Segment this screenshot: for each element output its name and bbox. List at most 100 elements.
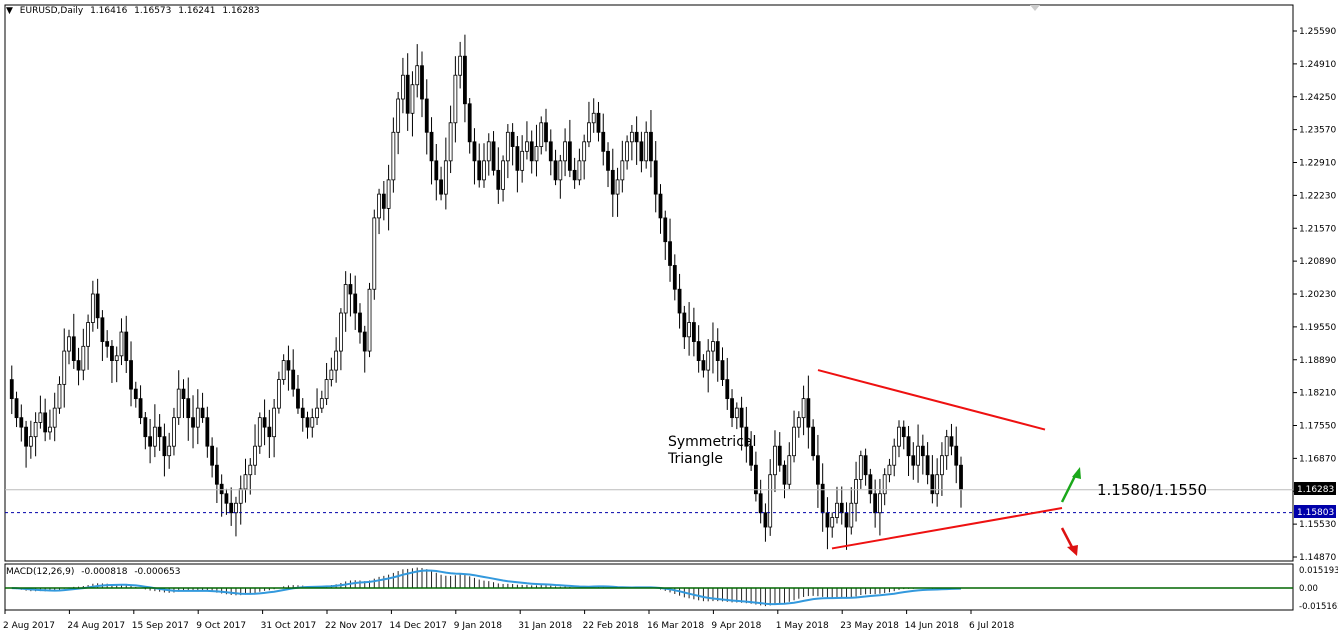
candle-body — [658, 193, 663, 219]
ohlc-high: 1.16573 — [134, 6, 172, 16]
candle-body — [925, 455, 930, 476]
price-axis-label: 1.24250 — [1299, 93, 1336, 103]
candle-body — [119, 331, 124, 357]
candle-body — [763, 512, 768, 528]
candle-body — [71, 336, 76, 361]
candle-body — [138, 398, 143, 419]
candle-body — [48, 426, 52, 433]
candle-body — [687, 322, 692, 338]
candle-body — [906, 436, 911, 457]
candle-body — [825, 512, 830, 528]
candle-body — [114, 355, 119, 361]
candle-body — [878, 493, 882, 514]
candle-body — [401, 74, 405, 100]
trading-chart-window: 1.25590 1.24910 1.24250 1.23570 1.22910 1.222… — [0, 0, 1338, 638]
candle-body — [133, 388, 138, 400]
chart-menu-arrow-icon[interactable]: ▼ — [6, 6, 13, 16]
candle-body — [639, 141, 644, 162]
candle-body — [243, 474, 248, 490]
candle-body — [529, 141, 534, 162]
candle-body — [19, 417, 24, 428]
candle-body — [534, 146, 539, 162]
candle-body — [76, 360, 81, 371]
candle-body — [219, 483, 224, 495]
candle-body — [730, 398, 734, 419]
candle-body — [858, 455, 863, 480]
candle-body — [172, 417, 176, 447]
candle-body — [291, 369, 296, 390]
candle-body — [577, 160, 582, 181]
candle-body — [319, 398, 324, 409]
macd-title-bar: MACD(12,26,9) -0.000818 -0.000653 — [6, 567, 185, 577]
candle-body — [596, 112, 601, 133]
candle-body — [262, 417, 267, 428]
price-axis-label: 1.15530 — [1299, 520, 1336, 530]
candle-body — [105, 341, 110, 347]
candle-body — [835, 502, 839, 518]
candle-body — [205, 417, 210, 447]
price-axis-label: 1.17550 — [1299, 422, 1336, 432]
candle-body — [453, 74, 458, 124]
candle-body — [458, 55, 463, 76]
candle-body — [95, 293, 100, 319]
candle-body — [229, 502, 234, 514]
candle-body — [544, 122, 548, 143]
price-chart-canvas[interactable]: 1.25590 1.24910 1.24250 1.23570 1.22910 1.222… — [0, 0, 1338, 638]
candle-body — [482, 160, 486, 181]
candle-body — [81, 345, 86, 371]
candle-body — [334, 350, 339, 371]
candle-body — [224, 493, 229, 504]
candle-body — [901, 426, 906, 438]
candle-body — [696, 341, 701, 361]
candle-body — [844, 512, 849, 528]
price-axis-label: 1.21570 — [1299, 224, 1336, 234]
candle-body — [839, 502, 844, 514]
candle-body — [467, 103, 472, 143]
candle-body — [816, 455, 820, 485]
candle-body — [897, 426, 901, 447]
candle-body — [191, 417, 195, 428]
candle-body — [52, 407, 57, 428]
candle-body — [668, 241, 672, 266]
candle-body — [286, 360, 291, 371]
candle-body — [38, 412, 43, 423]
price-axis-label: 1.16870 — [1299, 454, 1336, 464]
candle-body — [563, 141, 567, 162]
candle-body — [782, 464, 787, 485]
candle-body — [954, 445, 959, 466]
candle-body — [396, 98, 401, 133]
candle-body — [572, 169, 577, 181]
candle-body — [863, 455, 868, 476]
candle-body — [505, 131, 510, 162]
candle-body — [768, 474, 773, 528]
price-axis-label: 1.23570 — [1299, 126, 1336, 136]
candle-body — [720, 360, 725, 381]
candle-body — [377, 193, 381, 219]
macd-main-value: -0.000818 — [81, 567, 128, 577]
candle-body — [315, 407, 319, 419]
candle-body — [234, 502, 238, 514]
candle-body — [33, 422, 38, 438]
candle-body — [300, 407, 305, 419]
macd-signal-value: -0.000653 — [134, 567, 181, 577]
candle-body — [787, 455, 792, 485]
candle-body — [515, 146, 520, 171]
price-axis-label: 1.24910 — [1299, 60, 1336, 70]
candle-body — [110, 345, 114, 361]
candle-body — [620, 160, 625, 181]
candle-body — [701, 360, 706, 371]
macd-axis-label: 0.015193 — [1299, 566, 1338, 576]
candle-body — [634, 131, 639, 143]
candle-body — [195, 407, 200, 428]
candle-body — [591, 112, 596, 124]
candle-body — [200, 407, 205, 419]
candle-body — [777, 445, 782, 466]
price-axis-label: 1.25590 — [1299, 27, 1336, 37]
candle-body — [558, 160, 563, 181]
candle-body — [57, 383, 62, 409]
candle-body — [439, 179, 443, 195]
candle-body — [796, 417, 801, 428]
candle-body — [305, 417, 310, 428]
candle-body — [610, 169, 615, 195]
candle-body — [553, 160, 558, 181]
